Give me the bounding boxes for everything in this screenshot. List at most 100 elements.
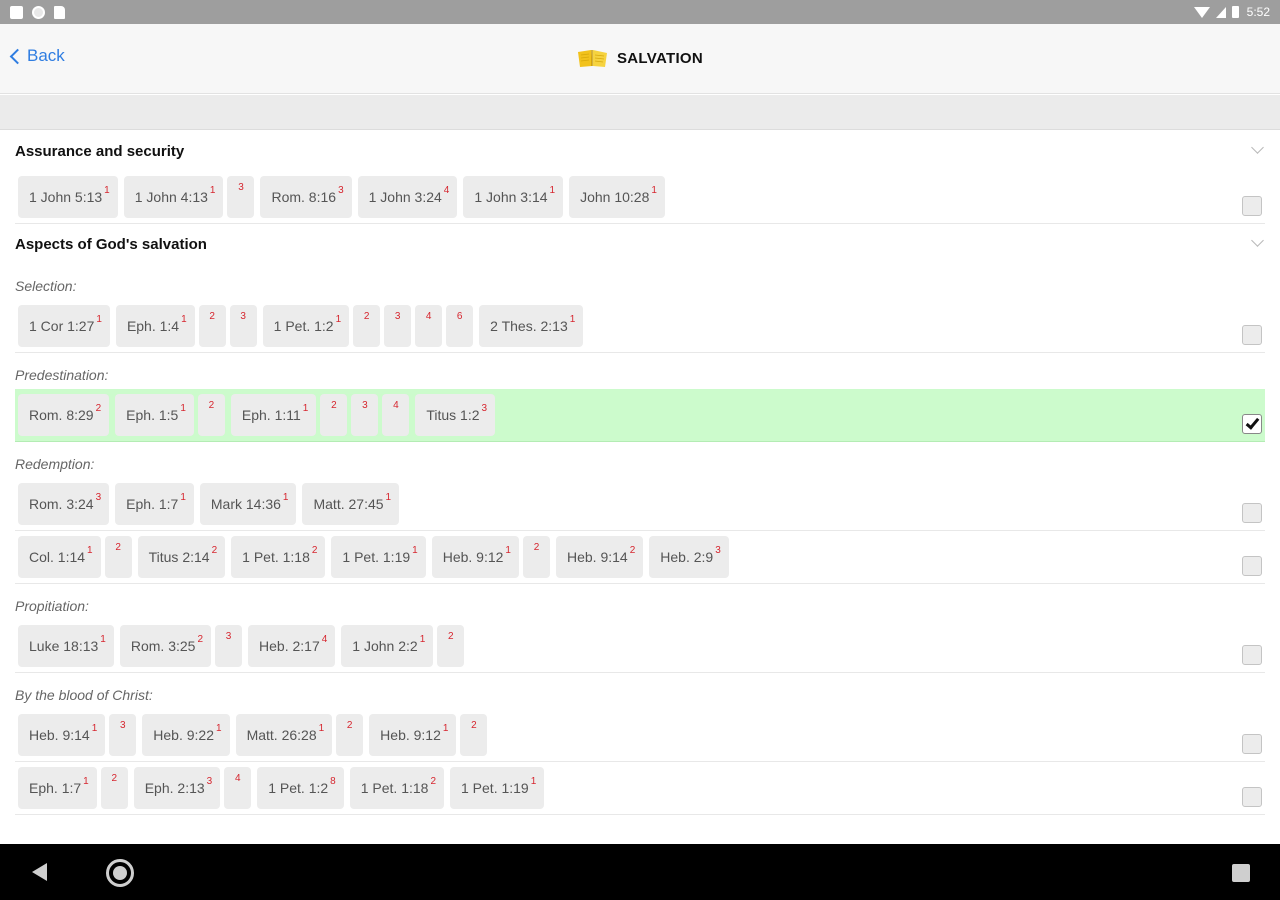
sd-card-icon [54, 5, 65, 19]
verse-chip[interactable]: 1 John 4:13 1 [123, 176, 224, 218]
verse-chip[interactable]: Heb. 2:17 4 [248, 625, 336, 667]
verse-chip[interactable]: 1 John 2:2 1 [341, 625, 434, 667]
verse-chip[interactable]: Col. 1:14 1 [18, 536, 101, 578]
row-checkbox[interactable] [1242, 734, 1262, 754]
verse-chip[interactable]: John 10:28 1 [569, 176, 665, 218]
verse-number-chip[interactable]: 2 [104, 536, 132, 578]
verse-chip[interactable]: Titus 2:14 2 [137, 536, 226, 578]
verse-chip[interactable]: Heb. 9:22 1 [142, 714, 230, 756]
verse-superscript: 1 [419, 633, 426, 645]
verse-number-chip[interactable]: 2 [353, 305, 381, 347]
verse-ref: 1 John 3:24 [368, 189, 442, 205]
verse-superscript: 1 [87, 544, 93, 556]
verse-number-chip[interactable]: 2 [198, 305, 226, 347]
verse-chip[interactable]: Heb. 9:12 1 [369, 714, 457, 756]
verse-chip[interactable]: 1 John 5:13 1 [18, 176, 118, 218]
verse-chip[interactable]: Eph. 2:13 3 [133, 767, 221, 809]
verse-chip[interactable]: Eph. 1:7 1 [18, 767, 97, 809]
verse-chip[interactable]: Luke 18:13 1 [18, 625, 114, 667]
verse-chip[interactable]: Eph. 1:11 1 [230, 394, 317, 436]
verse-superscript: 1 [180, 402, 186, 414]
verse-chip[interactable]: Heb. 9:14 2 [555, 536, 644, 578]
verse-chip[interactable]: 1 Pet. 1:2 8 [257, 767, 344, 809]
row-checkbox[interactable] [1242, 414, 1262, 434]
row-checkbox[interactable] [1242, 787, 1262, 807]
verse-superscript: 1 [530, 775, 537, 787]
verse-row: Rom. 8:29 2 Eph. 1:5 1 2 Eph. 1:11 1 2 3 4 Titus 1… [0, 389, 1280, 442]
verse-chip[interactable]: 1 Cor 1:27 1 [18, 305, 110, 347]
verse-number-chip[interactable]: 3 [351, 394, 379, 436]
verse-chip[interactable]: 1 Pet. 1:19 1 [331, 536, 426, 578]
reference-group: Mark 14:36 1 [199, 483, 297, 525]
verse-superscript: 4 [234, 772, 241, 784]
verse-number-chip[interactable]: 2 [336, 714, 364, 756]
section-header[interactable]: Assurance and security [0, 131, 1280, 171]
verse-number-chip[interactable]: 3 [215, 625, 243, 667]
verse-row: 1 John 5:13 1 1 John 4:13 1 3 Rom. 8:16 3 1 Joh… [0, 171, 1280, 224]
verse-chip[interactable]: 1 John 3:14 1 [463, 176, 564, 218]
verse-chip[interactable]: 1 Pet. 1:2 1 [262, 305, 350, 347]
verse-number-chip[interactable]: 2 [460, 714, 488, 756]
verse-number-chip[interactable]: 2 [320, 394, 348, 436]
verse-chip[interactable]: 1 Pet. 1:18 2 [231, 536, 326, 578]
verse-superscript: 2 [311, 544, 318, 556]
row-checkbox[interactable] [1242, 325, 1262, 345]
verse-chip[interactable]: Eph. 1:7 1 [115, 483, 194, 525]
verse-chip[interactable]: Rom. 8:16 3 [260, 176, 352, 218]
verse-number-chip[interactable]: 3 [227, 176, 255, 218]
verse-chip[interactable]: 1 John 3:24 4 [357, 176, 458, 218]
verse-chip[interactable]: 1 Pet. 1:19 1 [450, 767, 545, 809]
verse-number-chip[interactable]: 4 [415, 305, 443, 347]
verse-chip[interactable]: Mark 14:36 1 [199, 483, 297, 525]
reference-group: Heb. 2:17 4 [248, 625, 336, 667]
verse-number-chip[interactable]: 2 [437, 625, 465, 667]
verse-row-inner: Rom. 3:24 3 Eph. 1:7 1 Mark 14:36 1 Matt. 27:4… [15, 478, 1265, 531]
verse-chip[interactable]: Rom. 3:24 3 [18, 483, 110, 525]
verse-number-chip[interactable]: 6 [446, 305, 474, 347]
chevron-down-icon[interactable] [1251, 234, 1264, 247]
verse-number-chip[interactable]: 3 [384, 305, 412, 347]
verse-chip[interactable]: 1 Pet. 1:18 2 [349, 767, 444, 809]
verse-superscript: 3 [362, 399, 368, 411]
row-checkbox[interactable] [1242, 196, 1262, 216]
verse-ref: 1 Cor 1:27 [29, 318, 95, 334]
verse-chip[interactable]: 2 Thes. 2:13 1 [479, 305, 584, 347]
verse-superscript: 1 [569, 313, 576, 325]
verse-ref: Heb. 9:12 [380, 727, 441, 743]
navigation-bar [0, 844, 1280, 900]
verse-number-chip[interactable]: 3 [229, 305, 257, 347]
nav-recent-icon[interactable] [1232, 864, 1250, 882]
reference-group: Rom. 3:25 2 3 [119, 625, 243, 667]
verse-superscript: 1 [549, 184, 556, 196]
verse-number-chip[interactable]: 4 [382, 394, 410, 436]
verse-row: Eph. 1:7 1 2 Eph. 2:13 3 4 1 Pet. 1:2 8 1 Pet. 1… [0, 762, 1280, 815]
verse-number-chip[interactable]: 2 [197, 394, 225, 436]
verse-number-chip[interactable]: 2 [522, 536, 550, 578]
verse-ref: Matt. 27:45 [313, 496, 384, 512]
reference-group: 1 Pet. 1:19 1 [450, 767, 545, 809]
verse-chip[interactable]: Matt. 26:28 1 [235, 714, 333, 756]
verse-chip[interactable]: Eph. 1:4 1 [115, 305, 195, 347]
verse-number-chip[interactable]: 3 [109, 714, 137, 756]
verse-chip[interactable]: Heb. 9:14 1 [18, 714, 106, 756]
verse-chip[interactable]: Eph. 1:5 1 [115, 394, 194, 436]
verse-chip[interactable]: Rom. 8:29 2 [18, 394, 110, 436]
row-checkbox[interactable] [1242, 503, 1262, 523]
verse-chip[interactable]: Rom. 3:25 2 [119, 625, 212, 667]
verse-ref: 1 Pet. 1:19 [461, 780, 529, 796]
verse-number-chip[interactable]: 2 [100, 767, 128, 809]
verse-number-chip[interactable]: 4 [224, 767, 252, 809]
chevron-down-icon[interactable] [1251, 141, 1264, 154]
verse-chip[interactable]: Heb. 9:12 1 [431, 536, 519, 578]
verse-chip[interactable]: Heb. 2:9 3 [649, 536, 729, 578]
row-checkbox[interactable] [1242, 556, 1262, 576]
row-checkbox[interactable] [1242, 645, 1262, 665]
nav-home-icon[interactable] [106, 859, 134, 887]
verse-superscript: 2 [197, 633, 204, 645]
section-header[interactable]: Aspects of God's salvation [0, 224, 1280, 264]
nav-back-icon[interactable] [32, 863, 47, 881]
verse-chip[interactable]: Titus 1:2 3 [415, 394, 496, 436]
reference-group: Eph. 1:5 1 2 [115, 394, 225, 436]
verse-chip[interactable]: Matt. 27:45 1 [302, 483, 400, 525]
notification-icons [10, 5, 65, 19]
